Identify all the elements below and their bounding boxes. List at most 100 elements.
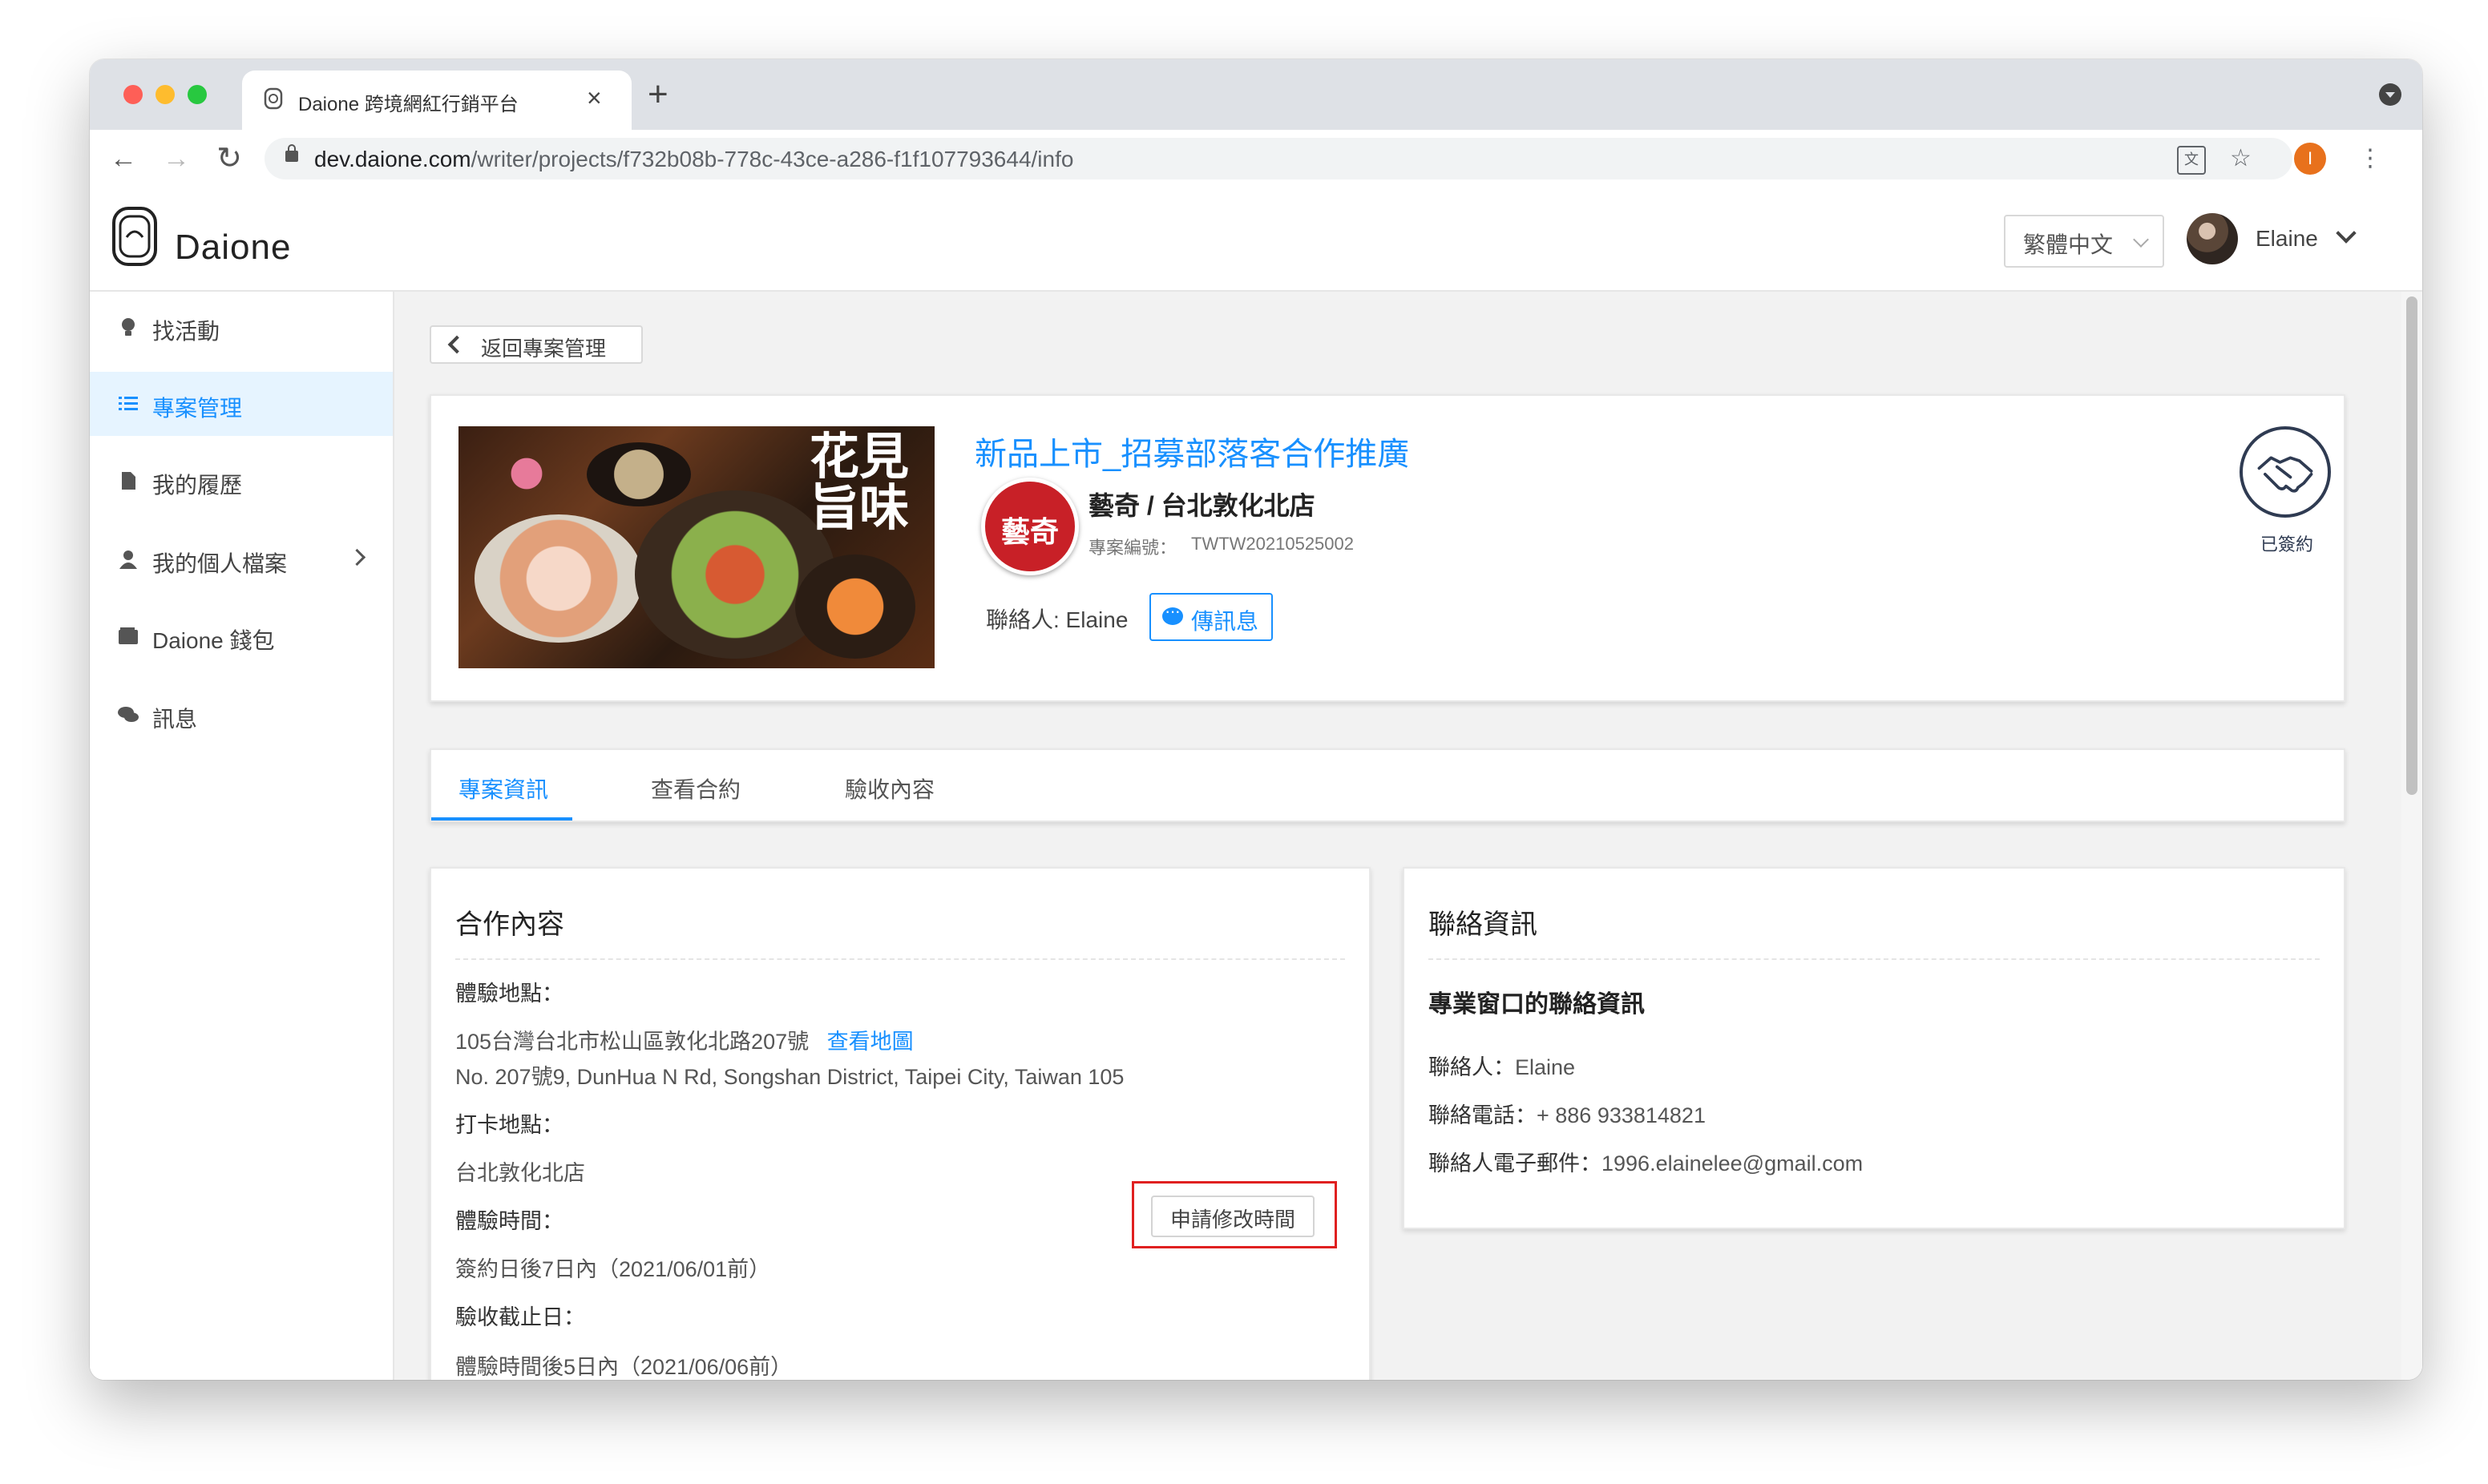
- language-label: 繁體中文: [2023, 232, 2114, 257]
- user-name[interactable]: Elaine: [2256, 226, 2318, 252]
- view-map-link[interactable]: 查看地圖: [827, 1030, 914, 1054]
- send-message-label: 傳訊息: [1191, 609, 1259, 634]
- food-dish: [587, 442, 691, 506]
- back-to-projects-button[interactable]: 返回專案管理: [430, 325, 643, 364]
- checkin-value: 台北敦化北店: [455, 1161, 585, 1185]
- url-host: dev.daione.com: [314, 147, 471, 171]
- project-tabs: 專案資訊 查看合約 驗收內容: [430, 748, 2345, 822]
- chevron-left-icon: [447, 335, 466, 354]
- sidebar-item-resume[interactable]: 我的履歷: [90, 449, 393, 513]
- avatar[interactable]: [2187, 213, 2238, 264]
- divider: [455, 958, 1345, 960]
- chat-bubble-icon: [1162, 601, 1183, 625]
- contact-email-label: 聯絡人電子郵件：: [1428, 1151, 1601, 1176]
- browser-tab[interactable]: Daione 跨境網紅行銷平台 ×: [242, 71, 632, 130]
- image-calligraphy: 花見旨味: [810, 427, 910, 537]
- url-text[interactable]: dev.daione.com/writer/projects/f732b08b-…: [314, 147, 1073, 172]
- tab-bar: Daione 跨境網紅行銷平台 × +: [90, 59, 2422, 130]
- contact-person-row: 聯絡人：Elaine: [1428, 1050, 1575, 1081]
- minimize-window-button[interactable]: [156, 85, 175, 104]
- close-window-button[interactable]: [123, 85, 143, 104]
- sidebar-item-profile[interactable]: 我的個人檔案: [90, 527, 393, 591]
- address-en: No. 207號9, DunHua N Rd, Songshan Distric…: [455, 1065, 1125, 1089]
- sidebar-item-label: 我的個人檔案: [152, 551, 288, 576]
- project-title: 新品上市_招募部落客合作推廣: [975, 437, 1410, 472]
- contact-phone-row: 聯絡電話：+ 886 933814821: [1428, 1098, 1706, 1129]
- favicon-icon: [264, 87, 283, 110]
- deadline-label: 驗收截止日：: [455, 1305, 585, 1329]
- flower-decoration: [491, 438, 563, 510]
- experience-time-label: 體驗時間：: [455, 1209, 563, 1233]
- wallet-icon: [119, 627, 138, 644]
- user-icon: [119, 550, 137, 569]
- cooperation-title: 合作內容: [455, 909, 564, 940]
- contact-email-row: 聯絡人電子郵件：1996.elainelee@gmail.com: [1428, 1146, 1863, 1177]
- scrollbar-thumb[interactable]: [2406, 296, 2417, 795]
- lock-icon[interactable]: [285, 144, 298, 162]
- page: Daione 繁體中文 Elaine 找活動 專案管理 我的履歷 我的個人檔案 …: [90, 188, 2422, 1380]
- project-card: 花見旨味 新品上市_招募部落客合作推廣 藝奇 藝奇 / 台北敦化北店 專案編號：…: [430, 394, 2345, 702]
- tab-search-icon[interactable]: [2379, 83, 2401, 106]
- close-tab-icon[interactable]: ×: [587, 83, 602, 113]
- chat-icon: [118, 707, 139, 722]
- contact-phone-label: 聯絡電話：: [1428, 1103, 1537, 1127]
- scrollbar[interactable]: [2401, 292, 2422, 1380]
- file-icon: [122, 472, 135, 490]
- contact-phone-value: + 886 933814821: [1537, 1103, 1706, 1127]
- contact-person-value: Elaine: [1515, 1055, 1576, 1079]
- back-icon[interactable]: ←: [106, 141, 141, 176]
- contact-info-card: 聯絡資訊 專業窗口的聯絡資訊 聯絡人：Elaine 聯絡電話：+ 886 933…: [1403, 867, 2345, 1229]
- profile-avatar-icon[interactable]: I: [2294, 143, 2326, 175]
- daione-logo-icon[interactable]: [111, 205, 159, 268]
- menu-icon[interactable]: ⋮: [2358, 144, 2382, 173]
- sidebar-item-label: 訊息: [152, 707, 198, 732]
- url-path: /writer/projects/f732b08b-778c-43ce-a286…: [471, 147, 1074, 171]
- divider: [1428, 958, 2320, 960]
- sidebar-item-label: Daione 錢包: [152, 628, 275, 653]
- address-zh: 105台灣台北市松山區敦化北路207號: [455, 1030, 810, 1054]
- request-change-time-button[interactable]: 申請修改時間: [1151, 1196, 1315, 1237]
- send-message-button[interactable]: 傳訊息: [1149, 593, 1273, 641]
- chevron-down-icon: [2133, 232, 2149, 248]
- list-icon: [119, 397, 138, 410]
- tab-acceptance[interactable]: 驗收內容: [845, 772, 935, 805]
- sidebar-item-label: 專案管理: [152, 396, 243, 421]
- lightbulb-icon: [122, 318, 135, 336]
- brand-logo: 藝奇: [981, 478, 1079, 575]
- brand-logo-text: 藝奇: [1000, 515, 1059, 549]
- sidebar-item-find-events[interactable]: 找活動: [90, 295, 393, 359]
- chevron-down-icon[interactable]: [2336, 223, 2357, 244]
- project-image: 花見旨味: [458, 426, 935, 668]
- tab-view-contract[interactable]: 查看合約: [651, 772, 741, 805]
- star-icon[interactable]: ☆: [2230, 144, 2252, 173]
- cooperation-card: 合作內容 體驗地點： 105台灣台北市松山區敦化北路207號 查看地圖 No. …: [430, 867, 1371, 1380]
- sidebar-item-projects[interactable]: 專案管理: [90, 372, 393, 436]
- reload-icon[interactable]: ↻: [212, 141, 247, 176]
- sidebar-item-wallet[interactable]: Daione 錢包: [90, 604, 393, 668]
- forward-icon[interactable]: →: [159, 141, 194, 176]
- new-tab-button[interactable]: +: [648, 77, 668, 112]
- logo-text[interactable]: Daione: [175, 228, 291, 268]
- chevron-right-icon: [348, 548, 366, 567]
- experience-time-value: 簽約日後7日內（2021/06/01前）: [455, 1257, 771, 1281]
- location-label: 體驗地點：: [455, 982, 563, 1006]
- sidebar-item-label: 找活動: [152, 319, 220, 344]
- contact-person: 聯絡人: Elaine: [986, 607, 1129, 632]
- language-select[interactable]: 繁體中文: [2004, 215, 2164, 268]
- request-change-time-label: 申請修改時間: [1169, 1208, 1295, 1232]
- handshake-icon: [2240, 426, 2331, 518]
- signed-status: 已簽約: [2260, 534, 2314, 554]
- address-bar[interactable]: dev.daione.com/writer/projects/f732b08b-…: [265, 138, 2292, 179]
- checkin-label: 打卡地點：: [455, 1113, 563, 1137]
- store-name: 藝奇 / 台北敦化北店: [1088, 491, 1315, 520]
- maximize-window-button[interactable]: [188, 85, 207, 104]
- tab-title: Daione 跨境網紅行銷平台: [298, 94, 519, 115]
- contact-info-subtitle: 專業窗口的聯絡資訊: [1428, 991, 1645, 1018]
- active-tab-indicator: [431, 817, 572, 821]
- sidebar-item-messages[interactable]: 訊息: [90, 683, 393, 747]
- contact-info-title: 聯絡資訊: [1428, 909, 1537, 940]
- tab-project-info[interactable]: 專案資訊: [458, 772, 548, 805]
- translate-icon[interactable]: 文: [2177, 146, 2206, 175]
- food-dish: [475, 514, 643, 643]
- contact-person-label: 聯絡人：: [1428, 1055, 1515, 1079]
